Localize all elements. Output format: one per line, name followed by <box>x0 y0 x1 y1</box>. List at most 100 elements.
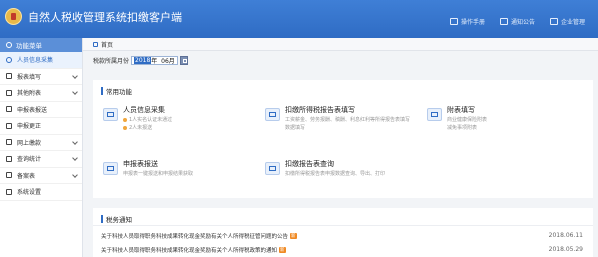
sidebar: 功能菜单 人员信息采集 报表填写其他附表申报表报送申报更正网上缴款查询统计备案表系… <box>0 38 83 257</box>
tab-bar: 首页 <box>83 38 598 51</box>
sidebar-item[interactable]: 网上缴款 <box>0 135 82 151</box>
menu-heading-label: 功能菜单 <box>16 42 42 50</box>
period-input[interactable]: 2018 年 06月 <box>131 56 178 65</box>
function-title: 附表填写 <box>447 106 475 114</box>
function-desc: 数据填写 <box>285 124 305 131</box>
period-year: 2018 <box>134 57 152 64</box>
tab-home[interactable]: 首页 <box>93 40 113 49</box>
sidebar-item-label: 查询统计 <box>17 156 42 164</box>
function-desc: 工资薪金、劳务报酬、稿酬、利息红利等所得报告表填写 <box>285 116 410 123</box>
sidebar-item-label: 系统设置 <box>17 189 42 197</box>
correct-icon <box>6 122 12 129</box>
function-desc: 扣缴所得税报告表申报数据查询、导出、打印 <box>285 170 385 177</box>
manual-icon <box>450 18 458 25</box>
function-desc-text: 商业健康保险附表 <box>447 117 488 123</box>
section-marker <box>101 215 103 223</box>
warning-dot-icon <box>123 117 127 122</box>
notice-label: 通知公告 <box>511 19 536 26</box>
notice-date: 2018.06.11 <box>548 232 583 239</box>
sidebar-item[interactable]: 报表填写 <box>0 69 82 85</box>
function-desc-text: 申报表一键报送和申报结果获取 <box>123 171 194 177</box>
function-desc: 商业健康保险附表 <box>447 116 487 123</box>
sidebar-item-label: 报表填写 <box>17 73 42 81</box>
user-icon <box>6 56 12 63</box>
function-desc: 减免事项附表 <box>447 124 477 131</box>
tax-notices-title: 税务通知 <box>101 214 132 224</box>
common-functions-panel: 常用功能 人员信息采集 1人实名认证未通过 2人未报送 扣缴所得税报告表填写工资薪金、… <box>93 80 593 198</box>
notice-button[interactable]: 通知公告 <box>500 17 535 26</box>
notice-text: 关于科技人员取得职务科技成果转化现金奖励有关个人所得税政策的通知 <box>101 248 278 254</box>
company-label: 企业管理 <box>561 19 586 26</box>
sidebar-item-label: 申报表报送 <box>17 106 48 114</box>
sidebar-item-label: 网上缴款 <box>17 139 42 147</box>
warning-dot-icon <box>123 125 127 130</box>
chevron-down-icon <box>72 138 78 145</box>
function-desc-text: 工资薪金、劳务报酬、稿酬、利息红利等所得报告表填写 <box>285 117 411 123</box>
manual-label: 操作手册 <box>461 19 486 26</box>
function-desc: 申报表一键报送和申报结果获取 <box>123 170 193 177</box>
function-desc: 2人未报送 <box>123 124 152 131</box>
notice-date: 2018.05.29 <box>548 246 583 253</box>
sidebar-item[interactable]: 人员信息采集 <box>0 52 82 69</box>
sidebar-item-label: 其他附表 <box>17 90 42 98</box>
period-year-suffix: 年 <box>151 58 158 65</box>
function-title: 扣缴所得税报告表填写 <box>285 106 355 114</box>
function-desc-text: 2人未报送 <box>129 125 153 131</box>
company-button[interactable]: 企业管理 <box>550 17 585 26</box>
section-marker <box>101 87 103 95</box>
calendar-button[interactable] <box>179 56 188 65</box>
chevron-down-icon <box>72 72 78 79</box>
function-icon <box>103 108 118 121</box>
chevron-down-icon <box>72 155 78 161</box>
sidebar-item[interactable]: 申报表报送 <box>0 102 82 118</box>
function-desc: 1人实名认证未通过 <box>123 116 172 123</box>
sidebar-item-label: 申报更正 <box>17 123 42 131</box>
chevron-down-icon <box>72 171 78 178</box>
send-icon <box>6 106 12 113</box>
tab-home-label: 首页 <box>101 42 114 49</box>
chevron-down-icon <box>72 89 78 95</box>
new-badge: 新 <box>279 247 286 253</box>
table-icon <box>6 89 12 96</box>
sidebar-item[interactable]: 申报更正 <box>0 118 82 135</box>
company-icon <box>550 18 558 25</box>
function-icon <box>427 108 442 121</box>
search-icon <box>6 155 12 162</box>
function-desc-text: 数据填写 <box>285 125 306 131</box>
notice-link[interactable]: 关于科技人员取得职务科技成果转化现金奖励有关个人所得税征管问题的公告新 <box>101 232 297 240</box>
function-title: 人员信息采集 <box>123 106 165 114</box>
gear-icon <box>6 188 12 195</box>
sidebar-item[interactable]: 系统设置 <box>0 184 82 201</box>
app-header: 自然人税收管理系统扣缴客户端 操作手册 通知公告 企业管理 <box>0 0 598 38</box>
sidebar-item-label: 人员信息采集 <box>17 57 54 65</box>
function-icon <box>103 162 118 175</box>
manual-button[interactable]: 操作手册 <box>450 17 485 26</box>
function-title: 申报表报送 <box>123 160 158 168</box>
sidebar-item[interactable]: 备案表 <box>0 168 82 184</box>
sidebar-item[interactable]: 查询统计 <box>0 151 82 168</box>
notice-link[interactable]: 关于科技人员取得职务科技成果转化现金奖励有关个人所得税政策的通知新 <box>101 246 286 254</box>
tax-notices-panel: 税务通知 关于科技人员取得职务科技成果转化现金奖励有关个人所得税征管问题的公告新… <box>93 208 593 257</box>
divider <box>93 225 593 226</box>
function-desc-text: 减免事项附表 <box>447 125 478 131</box>
function-icon <box>265 162 280 175</box>
tax-notices-label: 税务通知 <box>106 216 132 224</box>
common-functions-label: 常用功能 <box>106 88 132 96</box>
sidebar-item[interactable]: 其他附表 <box>0 85 82 102</box>
file-icon <box>6 172 12 179</box>
function-desc-text: 1人实名认证未通过 <box>129 117 173 123</box>
period-label: 税款所属月份 <box>93 58 130 65</box>
period-month: 06月 <box>161 58 175 65</box>
function-icon <box>265 108 280 121</box>
home-icon <box>93 42 98 47</box>
app-title: 自然人税收管理系统扣缴客户端 <box>28 11 182 24</box>
function-desc-text: 扣缴所得税报告表申报数据查询、导出、打印 <box>285 171 386 177</box>
tax-emblem-icon <box>5 8 22 25</box>
notice-text: 关于科技人员取得职务科技成果转化现金奖励有关个人所得税征管问题的公告 <box>101 234 289 240</box>
period-selector: 税款所属月份 2018 年 06月 <box>93 56 188 65</box>
new-badge: 新 <box>290 233 297 239</box>
notice-icon <box>500 18 508 25</box>
payment-icon <box>6 139 12 146</box>
menu-icon <box>6 42 12 48</box>
edit-icon <box>6 73 12 80</box>
